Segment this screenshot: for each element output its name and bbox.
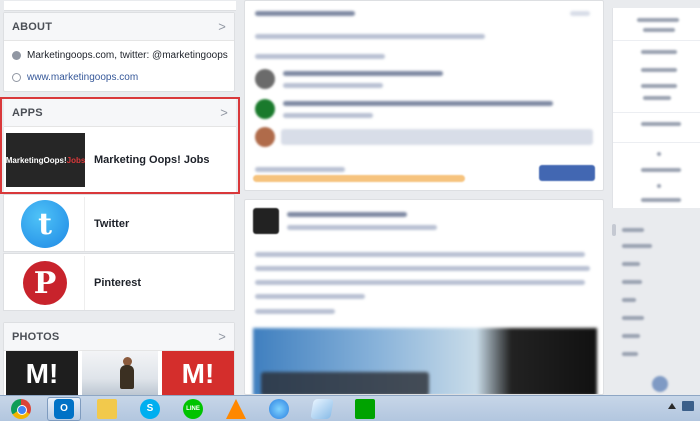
thumb-brand-text: MarketingOops!: [5, 155, 67, 165]
line-icon: LINE: [183, 398, 203, 419]
pinterest-logo-icon: P: [23, 261, 67, 305]
photos-heading[interactable]: PHOTOS >: [4, 323, 234, 351]
show-hidden-icons-icon[interactable]: [668, 403, 676, 409]
app-label-pinterest[interactable]: Pinterest: [94, 277, 141, 289]
photo-thumbnail[interactable]: M!: [6, 351, 78, 397]
photo-thumbnail[interactable]: M!: [162, 351, 234, 397]
twitter-bird-icon: t: [21, 200, 69, 248]
info-icon: [12, 51, 21, 60]
about-website-link[interactable]: www.marketingoops.com: [27, 72, 138, 83]
taskbar-outlook[interactable]: O: [47, 396, 81, 421]
apps-title: APPS: [12, 107, 43, 119]
taskbar-notepad[interactable]: [305, 397, 339, 421]
windows-taskbar: O S LINE: [0, 395, 700, 421]
thumb-brand-text-red: Jobs: [66, 155, 86, 165]
photos-title: PHOTOS: [12, 331, 60, 343]
vlc-icon: [226, 398, 246, 419]
apps-heading[interactable]: APPS >: [4, 99, 236, 127]
page-sidebar: ABOUT > Marketingoops.com, twitter: @mar…: [0, 0, 240, 398]
about-card: ABOUT > Marketingoops.com, twitter: @mar…: [3, 1, 236, 92]
windows-store-icon: [355, 398, 375, 419]
notepad-icon: [310, 398, 334, 419]
itunes-icon: [269, 398, 289, 419]
cover-edge: [4, 1, 236, 11]
avatar: [255, 99, 275, 119]
photo-thumbnail[interactable]: [82, 351, 158, 397]
page-avatar: [253, 208, 279, 234]
post-link-image[interactable]: [253, 328, 597, 394]
blurred-progress-bar: [253, 175, 465, 182]
app-label-marketing-oops-jobs[interactable]: Marketing Oops! Jobs: [94, 154, 210, 166]
taskbar-line[interactable]: LINE: [176, 397, 210, 421]
about-title: ABOUT: [12, 21, 53, 33]
marketing-oops-jobs-thumbnail[interactable]: MarketingOops! Jobs: [6, 133, 85, 187]
person-photo-body: [120, 365, 134, 389]
blurred-feed-post: [244, 199, 604, 395]
app-item-twitter[interactable]: t Twitter: [3, 194, 235, 252]
taskbar-windows-store[interactable]: [348, 397, 382, 421]
about-heading[interactable]: ABOUT >: [4, 13, 234, 41]
pinterest-thumbnail[interactable]: P: [6, 256, 85, 310]
photos-card: PHOTOS > M! M!: [3, 322, 235, 398]
taskbar-chrome[interactable]: [4, 397, 38, 421]
chrome-icon: [11, 398, 31, 419]
globe-icon: [12, 73, 21, 82]
action-center-flag-icon[interactable]: [682, 401, 694, 411]
chevron-right-icon[interactable]: >: [218, 323, 226, 351]
twitter-thumbnail[interactable]: t: [6, 197, 85, 251]
about-description-text: Marketingoops.com, twitter: @marketingoo…: [27, 50, 228, 61]
avatar: [255, 69, 275, 89]
taskbar-file-explorer[interactable]: [90, 397, 124, 421]
scrollbar-thumb[interactable]: [612, 224, 616, 236]
avatar: [255, 127, 275, 147]
about-website[interactable]: www.marketingoops.com: [12, 72, 138, 83]
chevron-right-icon[interactable]: >: [218, 13, 226, 41]
about-description: Marketingoops.com, twitter: @marketingoo…: [12, 50, 228, 61]
blurred-button[interactable]: [539, 165, 595, 181]
taskbar-vlc[interactable]: [219, 397, 253, 421]
app-label-twitter[interactable]: Twitter: [94, 218, 129, 230]
system-tray: [668, 401, 694, 411]
app-item-marketing-oops-jobs[interactable]: MarketingOops! Jobs Marketing Oops! Jobs: [6, 132, 210, 188]
skype-icon: S: [140, 398, 160, 419]
chevron-right-icon[interactable]: >: [220, 99, 228, 127]
blurred-side-panel: [612, 8, 700, 208]
apps-highlight-box: APPS > MarketingOops! Jobs Marketing Oops…: [0, 97, 240, 194]
taskbar-skype[interactable]: S: [133, 397, 167, 421]
taskbar-itunes[interactable]: [262, 397, 296, 421]
apps-card: APPS > MarketingOops! Jobs Marketing Oops…: [4, 99, 236, 192]
blurred-post-composer: [244, 0, 604, 191]
right-rail: [612, 8, 700, 395]
file-explorer-icon: [97, 398, 117, 419]
app-item-pinterest[interactable]: P Pinterest: [3, 253, 235, 311]
outlook-icon: O: [54, 398, 74, 419]
